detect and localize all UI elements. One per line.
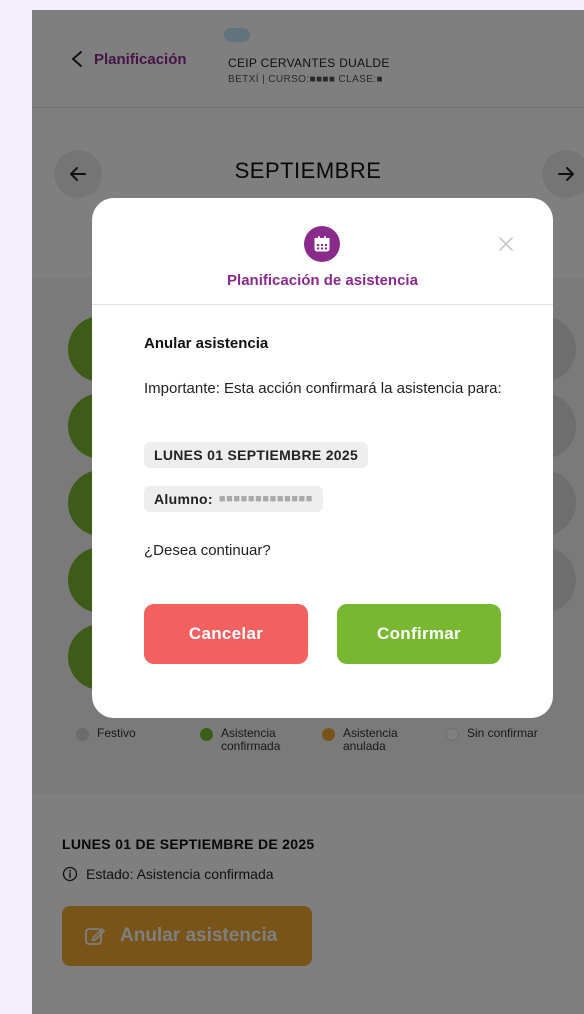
close-icon[interactable]	[496, 234, 516, 254]
student-name: ■■■■■■■■■■■■■	[218, 493, 314, 505]
date-chip: LUNES 01 SEPTIEMBRE 2025	[144, 442, 369, 468]
calendar-icon	[314, 236, 330, 252]
dialog-heading: Anular asistencia	[144, 335, 269, 352]
app-screen: Planificación CEIP CERVANTES DUALDE BETX…	[32, 10, 584, 1014]
attendance-dialog: Planificación de asistencia Anular asist…	[92, 198, 553, 718]
dialog-icon	[304, 226, 340, 262]
dialog-question: ¿Desea continuar?	[144, 542, 271, 559]
confirm-button[interactable]: Confirmar	[337, 604, 501, 664]
cancel-button[interactable]: Cancelar	[144, 604, 308, 664]
dialog-divider	[92, 304, 553, 305]
dialog-message: Importante: Esta acción confirmará la as…	[144, 380, 502, 397]
student-chip: Alumno: ■■■■■■■■■■■■■	[144, 486, 324, 512]
dialog-title: Planificación de asistencia	[227, 272, 418, 289]
student-label: Alumno:	[154, 491, 213, 507]
